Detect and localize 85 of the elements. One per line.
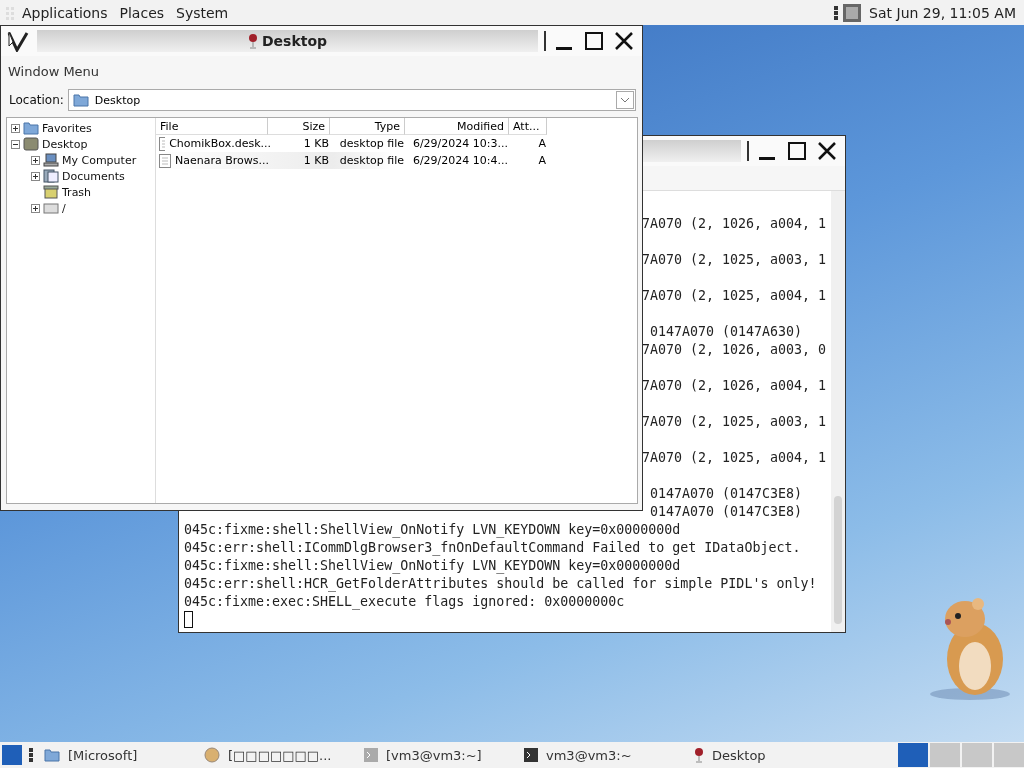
terminal-line: 7A070 (2, 1025, a003, 1	[642, 252, 827, 267]
terminal-line: 045c:err:shell:ICommDlgBrowser3_fnOnDefaultCommand Failed to get IDataObject.	[184, 540, 801, 555]
logo-icon	[7, 30, 31, 52]
table-cell-text: 6/29/2024 10:3...	[411, 137, 509, 150]
wine-glass-icon	[694, 747, 704, 763]
expander-icon[interactable]	[31, 155, 40, 165]
terminal-line: 7A070 (2, 1026, a004, 1	[642, 216, 827, 231]
minimize-icon	[556, 46, 572, 50]
dots-icon	[28, 747, 34, 763]
folder-icon	[72, 93, 89, 107]
clock[interactable]: Sat Jun 29, 11:05 AM	[869, 4, 1016, 21]
taskbar-button[interactable]: [□□□□□□□...	[194, 743, 354, 767]
table-cell: Naenara Brows...	[175, 154, 269, 167]
tree-item[interactable]: Documents	[62, 169, 125, 183]
dropdown-button[interactable]	[616, 91, 634, 109]
drive-icon	[43, 201, 59, 215]
close-icon	[614, 31, 634, 51]
text-cursor	[184, 611, 193, 628]
terminal-icon	[364, 748, 378, 762]
column-header[interactable]: Type	[330, 118, 405, 135]
taskbar-button[interactable]: Desktop	[684, 743, 776, 767]
terminal-line: 045c:err:shell:HCR_GetFolderAttributes should be called for simple PIDL's only!	[184, 576, 817, 591]
folder-icon	[44, 748, 60, 762]
terminal-line: 7A070 (2, 1026, a003, 0	[642, 342, 827, 357]
terminal-line: 045c:fixme:shell:ShellView_OnNotify LVN_KEYDOWN key=0x0000000d	[184, 558, 681, 573]
table-cell-text: A	[537, 137, 547, 150]
menu-item[interactable]: Applications	[16, 4, 114, 21]
column-header[interactable]: File	[156, 118, 268, 135]
terminal-line: 0147A070 (0147A630)	[650, 324, 803, 339]
expander-icon[interactable]	[31, 203, 40, 213]
table-cell-text: desktop file	[338, 154, 405, 167]
terminal-line: 7A070 (2, 1025, a004, 1	[642, 450, 827, 465]
maximize-button[interactable]	[785, 139, 809, 163]
expander-icon[interactable]	[11, 123, 20, 133]
table-cell-text: 6/29/2024 10:4...	[411, 154, 509, 167]
table-cell-text: 1 KB	[302, 154, 330, 167]
window-title: Desktop	[261, 33, 328, 49]
folder-icon	[23, 121, 39, 135]
table-cell-text: desktop file	[338, 137, 405, 150]
tree-item[interactable]: Favorites	[42, 121, 92, 135]
location-label: Location:	[9, 93, 64, 107]
trash-icon	[43, 185, 59, 199]
tree-item[interactable]: Trash	[62, 185, 92, 199]
documents-icon	[43, 169, 59, 183]
menu-item[interactable]: Places	[113, 4, 171, 21]
taskbar-button[interactable]: vm3@vm3:~	[514, 743, 684, 767]
globe-icon	[204, 747, 220, 763]
terminal-line: 7A070 (2, 1025, a003, 1	[642, 414, 827, 429]
window-menu[interactable]: Window Menu	[8, 64, 100, 79]
taskbar-button[interactable]: [vm3@vm3:~]	[354, 743, 514, 767]
menu-item[interactable]: System	[170, 4, 235, 21]
close-icon	[817, 141, 837, 161]
terminal-line: 7A070 (2, 1026, a004, 1	[642, 378, 827, 393]
maximize-icon	[787, 141, 807, 161]
table-cell-text: A	[537, 154, 547, 167]
minimize-icon	[759, 156, 775, 160]
table-cell: ChomikBox.desk...	[169, 137, 271, 150]
expander-icon[interactable]	[11, 139, 20, 149]
caret-icon	[620, 97, 630, 103]
computer-icon	[43, 153, 59, 167]
file-icon	[159, 136, 166, 151]
tree-item[interactable]: /	[62, 201, 66, 215]
scrollbar[interactable]	[831, 191, 845, 632]
column-header[interactable]: Size	[268, 118, 330, 135]
taskbar-button[interactable]: [Microsoft]	[34, 743, 194, 767]
dots-icon	[833, 4, 840, 21]
table-cell-text: 1 KB	[302, 137, 330, 150]
maximize-icon	[584, 31, 604, 51]
location-field[interactable]: Desktop	[67, 89, 636, 111]
terminal-line: 045c:fixme:shell:ShellView_OnNotify LVN_KEYDOWN key=0x0000000d	[184, 522, 681, 537]
terminal-line: 0147A070 (0147C3E8)	[650, 504, 803, 519]
maximize-button[interactable]	[582, 29, 606, 53]
file-icon	[159, 153, 171, 168]
wine-glass-icon	[247, 33, 258, 49]
tree-item[interactable]: Desktop	[42, 137, 88, 151]
desktop-icon	[23, 137, 39, 151]
column-header[interactable]: Att...	[509, 118, 547, 135]
terminal-line: 045c:fixme:exec:SHELL_execute flags ignored: 0x0000000c	[184, 594, 625, 609]
column-header[interactable]: Modified	[405, 118, 509, 135]
terminal-line: 0147A070 (0147C3E8)	[650, 486, 803, 501]
terminal-icon	[524, 748, 538, 762]
tree-item[interactable]: My Computer	[62, 153, 137, 167]
file-row[interactable]: ChomikBox.desk... 1 KB desktop file 6/29/2024 10:3... A	[156, 135, 550, 152]
expander-icon[interactable]	[31, 171, 40, 181]
terminal-line: 7A070 (2, 1025, a004, 1	[642, 288, 827, 303]
